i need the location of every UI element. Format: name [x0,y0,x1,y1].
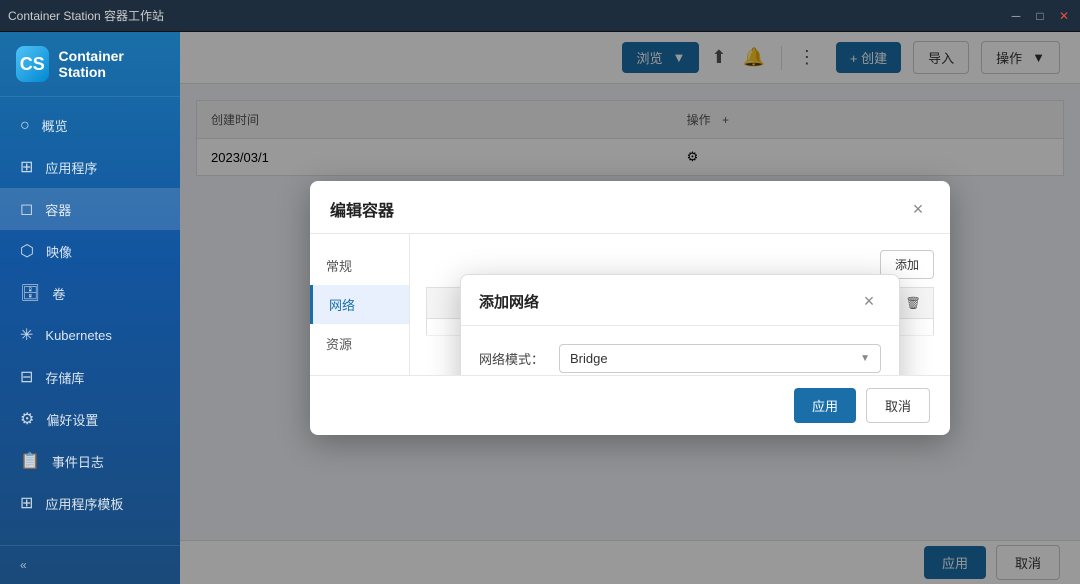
events-icon: 📋 [20,451,40,471]
overview-icon: ○ [20,117,30,135]
modal-overlay: 编辑容器 × 常规 网络 资源 [180,32,1080,584]
app-name: Container Station [59,48,164,80]
sidebar-label-app-templates: 应用程序模板 [45,494,123,513]
edit-dialog-header: 编辑容器 × [310,181,950,234]
sidebar-nav: ○ 概览 ⊞ 应用程序 ◻ 容器 ⬡ 映像 🗄 卷 ✳ Kubernetes [0,97,180,545]
select-arrow-icon: ▼ [860,353,870,364]
sidebar-item-storage[interactable]: ⊟ 存储库 [0,356,180,398]
sidebar-item-kubernetes[interactable]: ✳ Kubernetes [0,314,180,356]
sidebar-label-containers: 容器 [45,200,71,219]
sidebar-label-overview: 概览 [42,116,68,135]
kubernetes-icon: ✳ [20,325,33,345]
titlebar: Container Station 容器工作站 ─ □ ✕ [0,0,1080,32]
edit-container-dialog: 编辑容器 × 常规 网络 资源 [310,181,950,435]
network-mode-label: 网络模式： [479,349,559,368]
sidebar: CS Container Station ○ 概览 ⊞ 应用程序 ◻ 容器 ⬡ … [0,32,180,584]
sidebar-label-storage: 存储库 [45,368,84,387]
add-network-dialog-header: 添加网络 × [461,275,899,326]
app-logo: CS [16,46,49,82]
sidebar-item-app-templates[interactable]: ⊞ 应用程序模板 [0,482,180,524]
network-mode-select[interactable]: Bridge ▼ [559,344,881,373]
tab-general[interactable]: 常规 [310,246,409,285]
edit-dialog-body: 常规 网络 资源 添加 [310,234,950,375]
sidebar-item-containers[interactable]: ◻ 容器 [0,188,180,230]
add-network-title: 添加网络 [479,291,539,312]
collapse-icon: « [20,558,27,572]
tab-network[interactable]: 网络 [310,285,409,324]
images-icon: ⬡ [20,241,34,261]
close-button[interactable]: ✕ [1056,8,1072,24]
edit-dialog-title: 编辑容器 [330,197,394,221]
titlebar-controls: ─ □ ✕ [1008,8,1072,24]
edit-dialog-footer: 应用 取消 [310,375,950,435]
containers-icon: ◻ [20,199,33,219]
applications-icon: ⊞ [20,157,33,177]
delete-icon: 🗑 [906,296,921,310]
sidebar-label-settings: 偏好设置 [46,410,98,429]
edit-dialog-content: 添加 🗑 [410,234,950,375]
app-templates-icon: ⊞ [20,493,33,513]
titlebar-title: Container Station 容器工作站 [8,7,164,24]
edit-dialog-tabs: 常规 网络 资源 [310,234,410,375]
cancel-dialog-button[interactable]: 取消 [866,388,930,423]
network-mode-row: 网络模式： Bridge ▼ [479,344,881,373]
sidebar-item-overview[interactable]: ○ 概览 [0,105,180,146]
sidebar-item-events[interactable]: 📋 事件日志 [0,440,180,482]
sidebar-label-applications: 应用程序 [45,158,97,177]
sidebar-item-volumes[interactable]: 🗄 卷 [0,272,180,314]
add-network-body: 网络模式： Bridge ▼ [461,326,899,375]
settings-icon: ⚙ [20,409,34,429]
sidebar-label-events: 事件日志 [52,452,104,471]
sidebar-item-settings[interactable]: ⚙ 偏好设置 [0,398,180,440]
sidebar-label-images: 映像 [46,242,72,261]
sidebar-item-applications[interactable]: ⊞ 应用程序 [0,146,180,188]
sidebar-label-volumes: 卷 [52,284,65,303]
sidebar-header: CS Container Station [0,32,180,97]
storage-icon: ⊟ [20,367,33,387]
minimize-button[interactable]: ─ [1008,8,1024,24]
volumes-icon: 🗄 [20,283,40,303]
sidebar-collapse[interactable]: « [0,545,180,584]
tab-resources[interactable]: 资源 [310,324,409,363]
maximize-button[interactable]: □ [1032,8,1048,24]
apply-dialog-button[interactable]: 应用 [794,388,856,423]
add-network-close[interactable]: × [857,289,881,313]
app-layout: CS Container Station ○ 概览 ⊞ 应用程序 ◻ 容器 ⬡ … [0,32,1080,584]
sidebar-item-images[interactable]: ⬡ 映像 [0,230,180,272]
network-mode-value: Bridge [570,351,608,366]
main-content: 浏览 ▼ ⬆ 🔔 ⋮ + 创建 导入 操作 ▼ [180,32,1080,584]
add-network-dialog: 添加网络 × 网络模式： Bridge [460,274,900,375]
network-mode-control: Bridge ▼ [559,344,881,373]
edit-dialog-close[interactable]: × [906,197,930,221]
sidebar-label-kubernetes: Kubernetes [45,328,112,343]
